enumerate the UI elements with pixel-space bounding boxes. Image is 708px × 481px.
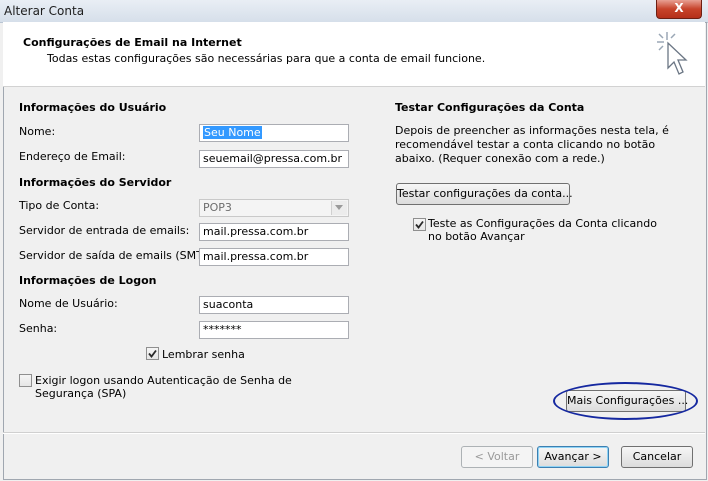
name-input[interactable]: Seu Nome	[199, 124, 349, 142]
spa-checkbox[interactable]	[19, 374, 32, 387]
remember-password-label: Lembrar senha	[162, 348, 245, 361]
dropdown-arrow-icon	[331, 201, 347, 215]
email-input[interactable]: seuemail@pressa.com.br	[199, 150, 349, 168]
back-button[interactable]: < Voltar	[461, 446, 533, 468]
outgoing-server-input[interactable]: mail.pressa.com.br	[199, 248, 349, 266]
user-info-heading: Informações do Usuário	[19, 101, 167, 114]
outgoing-server-label: Servidor de saída de emails (SMTP):	[19, 249, 218, 262]
cancel-button[interactable]: Cancelar	[621, 446, 693, 468]
auto-test-checkbox[interactable]	[413, 218, 426, 231]
username-label: Nome de Usuário:	[19, 297, 118, 310]
server-info-heading: Informações do Servidor	[19, 176, 172, 189]
account-type-value: POP3	[203, 201, 232, 214]
name-label: Nome:	[19, 125, 56, 138]
auto-test-label: Teste as Configurações da Conta clicando…	[428, 217, 657, 243]
header-subtitle: Todas estas configurações são necessária…	[47, 52, 486, 65]
name-input-value: Seu Nome	[203, 126, 262, 139]
logon-info-heading: Informações de Logon	[19, 274, 157, 287]
password-input[interactable]: *******	[199, 321, 349, 339]
test-heading: Testar Configurações da Conta	[395, 101, 585, 114]
footer-separator	[3, 432, 705, 434]
incoming-server-label: Servidor de entrada de emails:	[19, 224, 190, 237]
title-bar: Alterar Conta X	[0, 0, 708, 23]
close-icon: X	[674, 1, 684, 15]
test-settings-button[interactable]: Testar configurações da conta...	[396, 183, 573, 205]
annotation-ellipse	[553, 382, 698, 420]
account-type-label: Tipo de Conta:	[19, 199, 100, 212]
close-button[interactable]: X	[656, 0, 702, 19]
dialog-header: Configurações de Email na Internet Todas…	[3, 22, 705, 87]
incoming-server-input[interactable]: mail.pressa.com.br	[199, 223, 349, 241]
username-input[interactable]: suaconta	[199, 296, 349, 314]
test-description: Depois de preencher as informações nesta…	[395, 124, 669, 165]
checkmark-icon	[148, 349, 157, 358]
email-label: Endereço de Email:	[19, 150, 126, 163]
spa-label: Exigir logon usando Autenticação de Senh…	[35, 374, 292, 400]
header-title: Configurações de Email na Internet	[23, 36, 242, 49]
password-label: Senha:	[19, 322, 58, 335]
checkmark-icon	[415, 220, 424, 229]
wizard-cursor-icon	[657, 32, 688, 75]
next-button[interactable]: Avançar >	[537, 446, 609, 468]
account-type-select[interactable]: POP3	[199, 199, 349, 217]
window-title: Alterar Conta	[4, 4, 85, 18]
remember-password-checkbox[interactable]	[146, 347, 159, 360]
